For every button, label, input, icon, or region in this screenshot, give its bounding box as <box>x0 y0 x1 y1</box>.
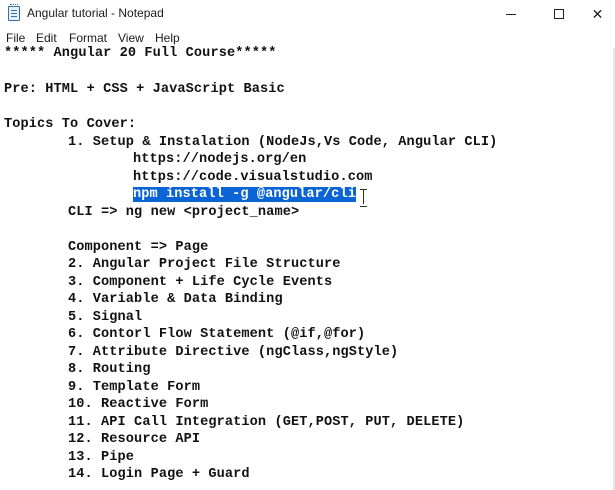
menu-edit[interactable]: Edit <box>36 31 57 45</box>
doc-setup-line: 1. Setup & Instalation (NodeJs,Vs Code, … <box>68 135 498 150</box>
topic-item: 9. Template Form <box>68 380 201 395</box>
topic-item: 13. Pipe <box>68 450 135 465</box>
close-icon: ✕ <box>591 5 604 22</box>
selected-text: npm install -g @angular/cli <box>133 187 356 202</box>
menu-file[interactable]: File <box>6 31 25 45</box>
topic-item: 8. Routing <box>68 362 151 377</box>
topic-item: 3. Component + Life Cycle Events <box>68 275 333 290</box>
menu-bar: File Edit Format View Help <box>0 28 615 48</box>
title-bar: Angular tutorial - Notepad ✕ <box>0 0 615 28</box>
doc-component-line: Component => Page <box>68 240 209 255</box>
window-title: Angular tutorial - Notepad <box>27 6 164 20</box>
minimize-icon <box>505 13 516 15</box>
topic-item: 4. Variable & Data Binding <box>68 292 283 307</box>
doc-prereq: Pre: HTML + CSS + JavaScript Basic <box>4 82 285 97</box>
menu-format[interactable]: Format <box>69 31 107 45</box>
topic-item: 11. API Call Integration (GET,POST, PUT,… <box>68 415 465 430</box>
doc-url-node: https://nodejs.org/en <box>133 152 307 167</box>
topic-item: 12. Resource API <box>68 432 201 447</box>
topic-item: 6. Contorl Flow Statement (@if,@for) <box>68 327 366 342</box>
notepad-icon <box>8 4 20 21</box>
menu-help[interactable]: Help <box>155 31 180 45</box>
doc-heading: ***** Angular 20 Full Course***** <box>4 46 277 61</box>
doc-cli-line: CLI => ng new <project_name> <box>68 205 300 220</box>
doc-npm-command: npm install -g @angular/cli <box>133 187 356 202</box>
topic-item: 7. Attribute Directive (ngClass,ngStyle) <box>68 345 399 360</box>
menu-view[interactable]: View <box>118 31 144 45</box>
maximize-button[interactable] <box>536 0 581 28</box>
topic-item: 2. Angular Project File Structure <box>68 257 341 272</box>
text-cursor-icon <box>360 188 368 207</box>
minimize-button[interactable] <box>488 0 533 28</box>
doc-topics-heading: Topics To Cover: <box>4 117 137 132</box>
topic-item: 14. Login Page + Guard <box>68 467 250 482</box>
topic-item: 5. Signal <box>68 310 143 325</box>
doc-url-vscode: https://code.visualstudio.com <box>133 170 373 185</box>
close-button[interactable]: ✕ <box>580 0 615 28</box>
topic-item: 10. Reactive Form <box>68 397 209 412</box>
maximize-icon <box>553 9 564 19</box>
